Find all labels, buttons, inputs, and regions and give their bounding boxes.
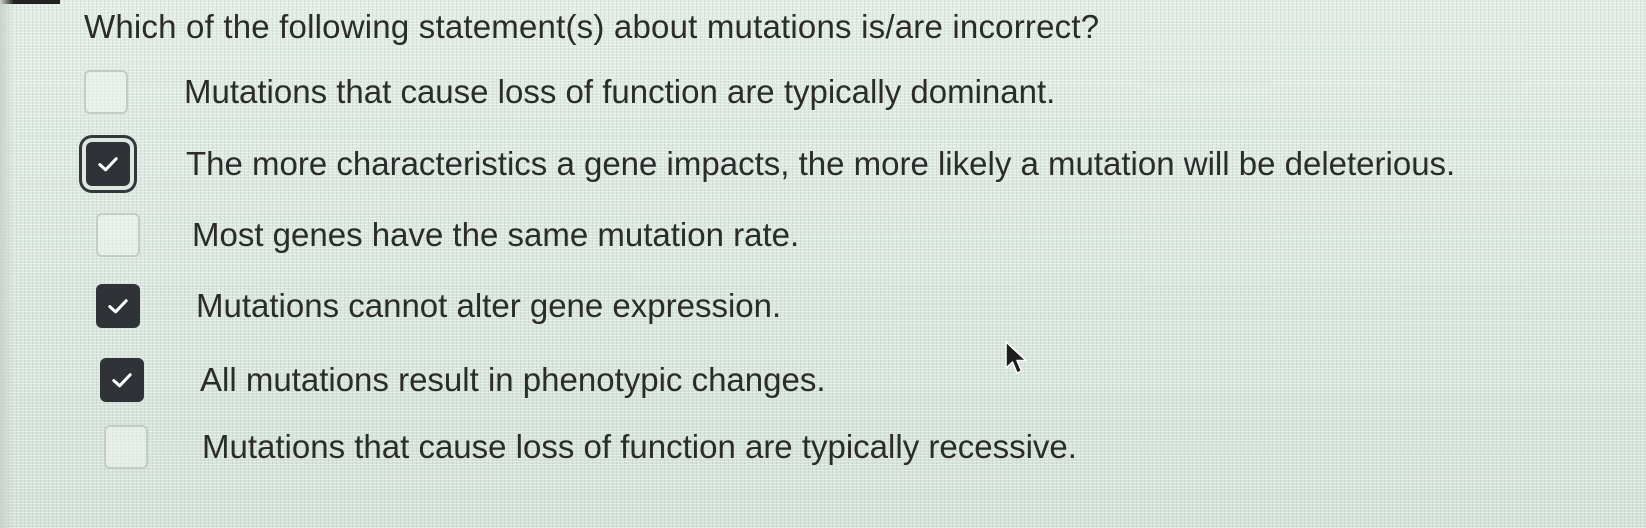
option-2[interactable]: The more characteristics a gene impacts,… bbox=[86, 142, 1455, 186]
option-label: All mutations result in phenotypic chang… bbox=[200, 361, 826, 398]
checkbox-option-3[interactable] bbox=[96, 213, 140, 257]
checkbox-option-6[interactable] bbox=[104, 425, 148, 469]
option-label: Mutations that cause loss of function ar… bbox=[184, 73, 1056, 110]
option-label: Mutations cannot alter gene expression. bbox=[196, 287, 782, 324]
checkbox-option-5[interactable] bbox=[100, 358, 144, 402]
mouse-pointer-icon bbox=[1005, 341, 1027, 374]
option-5[interactable]: All mutations result in phenotypic chang… bbox=[100, 358, 826, 402]
option-3[interactable]: Most genes have the same mutation rate. bbox=[96, 213, 799, 257]
option-label: The more characteristics a gene impacts,… bbox=[186, 145, 1456, 182]
checkbox-option-2[interactable] bbox=[86, 142, 130, 186]
checkbox-option-1[interactable] bbox=[84, 70, 128, 114]
option-label: Most genes have the same mutation rate. bbox=[192, 216, 800, 253]
check-icon bbox=[112, 373, 132, 388]
option-label: Mutations that cause loss of function ar… bbox=[202, 428, 1077, 465]
check-icon bbox=[98, 157, 118, 172]
options-list: Mutations that cause loss of function ar… bbox=[0, 0, 1646, 528]
option-4[interactable]: Mutations cannot alter gene expression. bbox=[96, 284, 781, 328]
check-icon bbox=[108, 299, 128, 314]
checkbox-option-4[interactable] bbox=[96, 284, 140, 328]
option-6[interactable]: Mutations that cause loss of function ar… bbox=[104, 425, 1077, 469]
option-1[interactable]: Mutations that cause loss of function ar… bbox=[84, 70, 1055, 114]
